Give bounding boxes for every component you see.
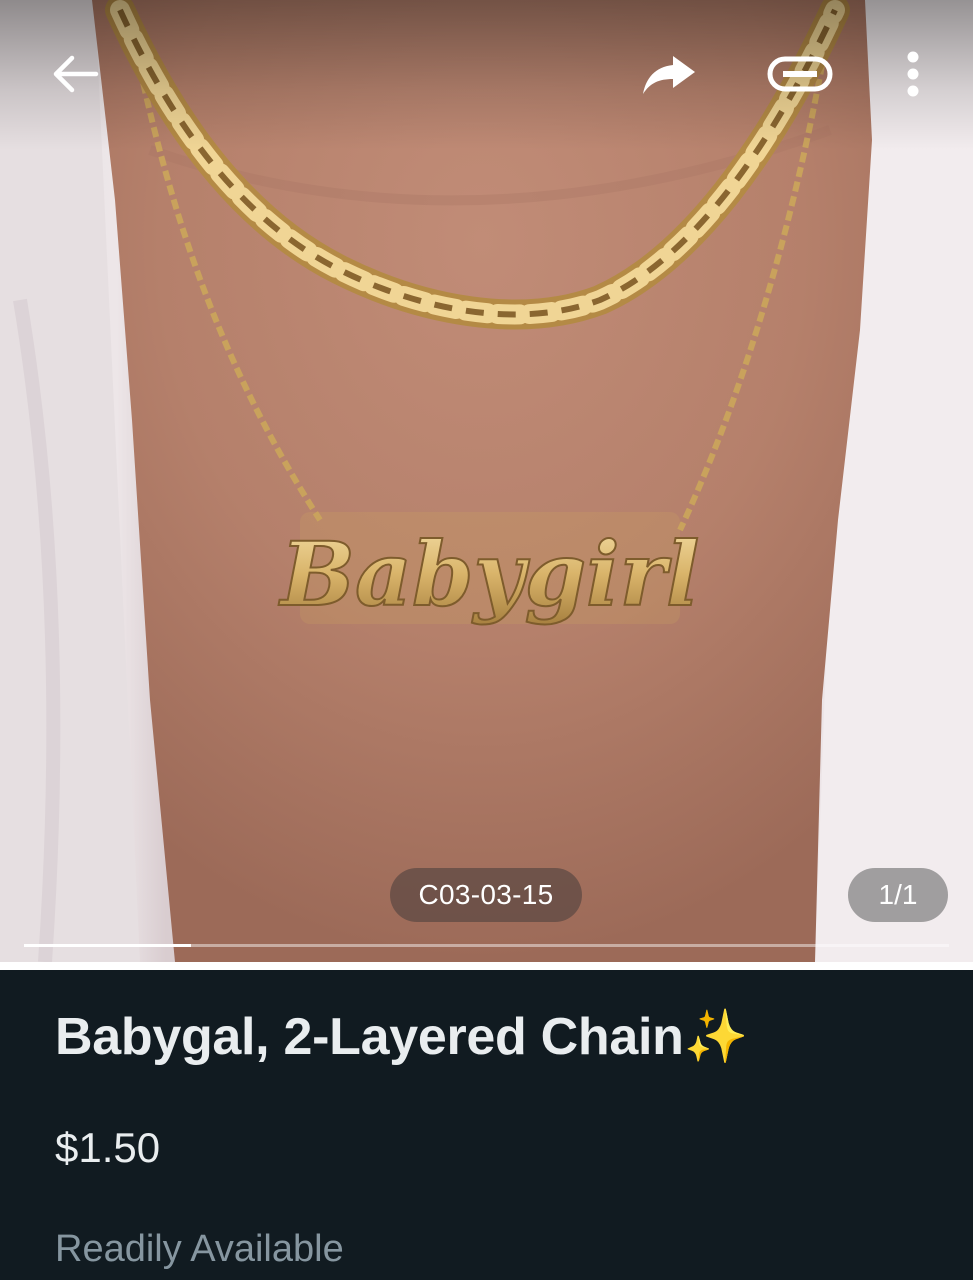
more-options-button[interactable] bbox=[888, 44, 938, 104]
image-progress-fill bbox=[24, 944, 191, 947]
product-price: $1.50 bbox=[55, 1124, 161, 1171]
link-icon bbox=[767, 56, 833, 92]
more-vertical-icon bbox=[907, 51, 919, 97]
back-button[interactable] bbox=[40, 44, 110, 104]
forward-button[interactable] bbox=[634, 44, 704, 104]
arrow-left-icon bbox=[53, 55, 99, 93]
image-counter-badge: 1/1 bbox=[848, 868, 948, 922]
availability-status: Readily Available bbox=[55, 1228, 344, 1270]
product-info-panel: Babygal, 2-Layered Chain✨ $1.50 Readily … bbox=[0, 970, 973, 1280]
pendant-text: Babygirl bbox=[278, 522, 700, 626]
product-code-badge: C03-03-15 bbox=[390, 868, 582, 922]
image-progress-track bbox=[24, 944, 949, 947]
sparkles-icon: ✨ bbox=[683, 1008, 749, 1066]
product-photo[interactable]: Babygirl C03-03-15 1/1 bbox=[0, 0, 973, 962]
product-title-text: Babygal, 2-Layered Chain bbox=[55, 1008, 684, 1066]
product-title: Babygal, 2-Layered Chain✨ bbox=[55, 1006, 748, 1067]
forward-arrow-icon bbox=[643, 56, 695, 94]
divider bbox=[0, 962, 973, 970]
copy-link-button[interactable] bbox=[762, 44, 838, 104]
product-viewer-screen: Babygirl C03-03-15 1/1 Babygal, 2-Layere… bbox=[0, 0, 973, 1280]
